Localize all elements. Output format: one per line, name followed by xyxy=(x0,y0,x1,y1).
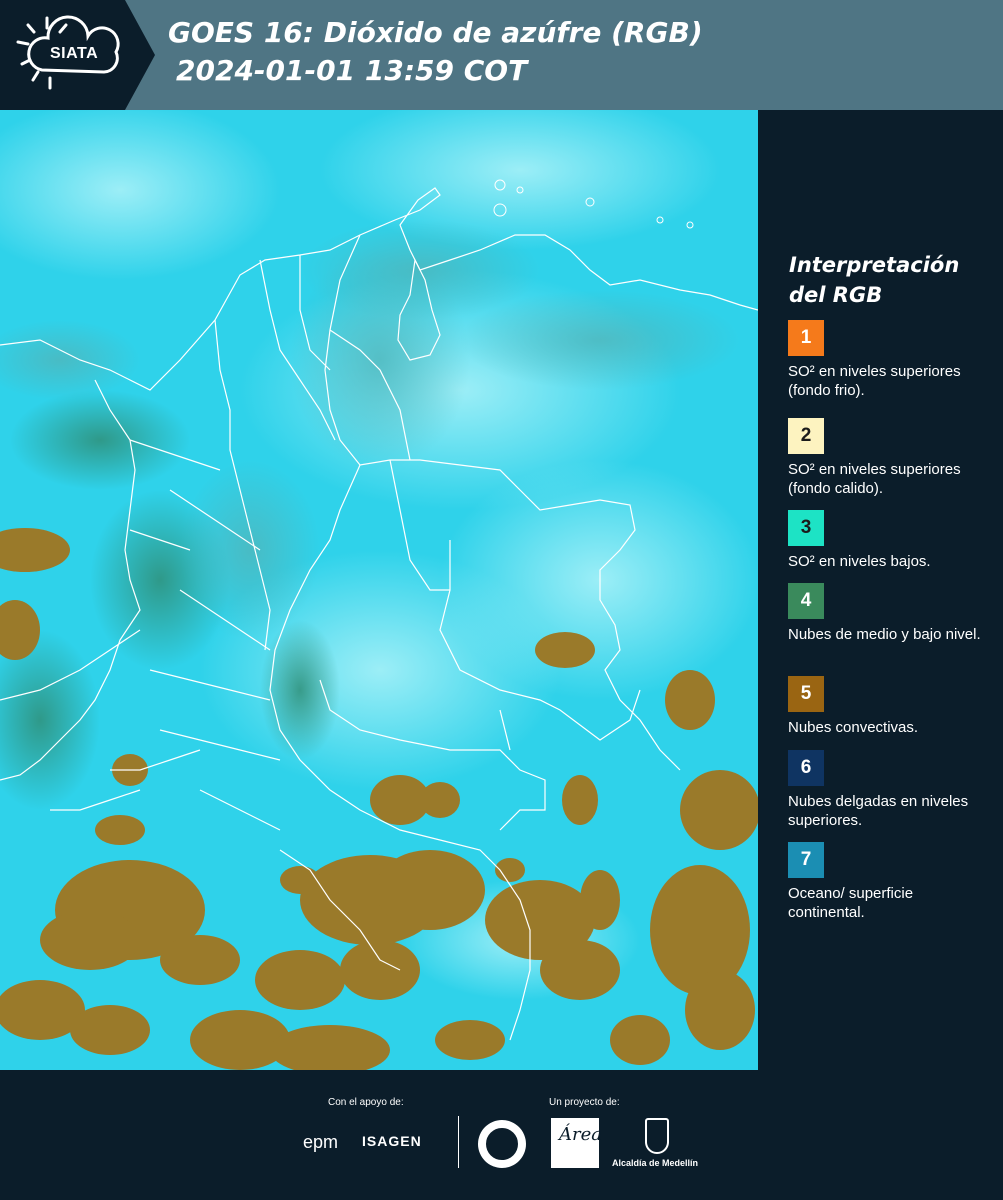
siata-logo: SIATA xyxy=(0,0,155,110)
page-title: GOES 16: Dióxido de azúfre (RGB) xyxy=(168,16,703,49)
legend-swatch-6: 6 xyxy=(788,750,824,786)
logo-text: SIATA xyxy=(50,45,99,62)
legend-panel: Interpretación del RGB 1 SO² en niveles … xyxy=(758,110,1003,1070)
medellin-seal-icon xyxy=(478,1120,526,1168)
area-metropolitana-logo: Área xyxy=(551,1118,602,1168)
seal-inner xyxy=(484,1126,520,1162)
legend-swatch-2: 2 xyxy=(788,418,824,454)
project-label: Un proyecto de: xyxy=(549,1097,620,1108)
satellite-map xyxy=(0,110,758,1070)
page-timestamp: 2024-01-01 13:59 COT xyxy=(176,54,528,87)
alcaldia-label: Alcaldía de Medellín xyxy=(612,1158,699,1168)
legend-title: Interpretación del RGB xyxy=(789,253,960,307)
legend-swatch-3: 3 xyxy=(788,510,824,546)
area-logo-text: Área xyxy=(559,1124,602,1145)
legend-text-2: SO² en niveles superiores (fondo calido)… xyxy=(788,461,961,497)
support-label: Con el apoyo de: xyxy=(328,1097,404,1108)
legend-item-3: 3 SO² en niveles bajos. xyxy=(788,510,993,571)
legend-text-5: Nubes convectivas. xyxy=(788,719,919,736)
legend-swatch-1: 1 xyxy=(788,320,824,356)
map-graphic xyxy=(0,110,758,1070)
legend-item-6: 6 Nubes delgadas en niveles superiores. xyxy=(788,750,993,830)
footer-divider xyxy=(458,1116,459,1168)
legend-text-6: Nubes delgadas en niveles superiores. xyxy=(788,793,969,829)
footer: Con el apoyo de: Un proyecto de: epm ISA… xyxy=(0,1070,1003,1200)
legend-text-1: SO² en niveles superiores (fondo frio). xyxy=(788,363,961,399)
legend-swatch-5: 5 xyxy=(788,676,824,712)
legend-item-4: 4 Nubes de medio y bajo nivel. xyxy=(788,583,993,644)
legend-item-2: 2 SO² en niveles superiores (fondo calid… xyxy=(788,418,993,498)
header-bar: SIATA GOES 16: Dióxido de azúfre (RGB) 2… xyxy=(0,0,1003,110)
legend-text-4: Nubes de medio y bajo nivel. xyxy=(788,626,981,643)
legend-swatch-7: 7 xyxy=(788,842,824,878)
legend-swatch-4: 4 xyxy=(788,583,824,619)
legend-item-5: 5 Nubes convectivas. xyxy=(788,676,993,737)
legend-text-7: Oceano/ superficie continental. xyxy=(788,885,914,921)
legend-item-1: 1 SO² en niveles superiores (fondo frio)… xyxy=(788,320,993,400)
isagen-logo: ISAGEN xyxy=(362,1133,422,1149)
legend-item-7: 7 Oceano/ superficie continental. xyxy=(788,842,993,922)
alcaldia-crest-icon xyxy=(645,1118,669,1154)
epm-logo: epm xyxy=(303,1132,339,1152)
legend-text-3: SO² en niveles bajos. xyxy=(788,553,931,570)
